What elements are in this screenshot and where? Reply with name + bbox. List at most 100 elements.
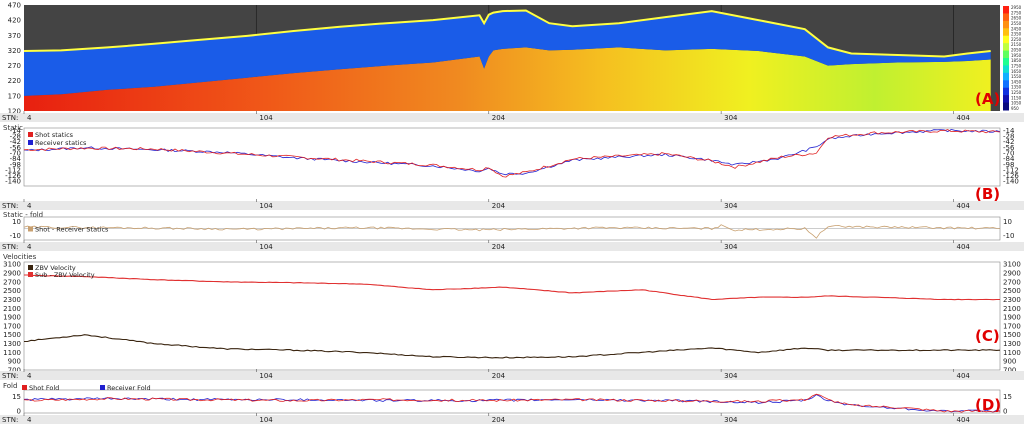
panel-a-stn-tick-4: 404 — [957, 114, 971, 122]
panel-a-colorbar-tick-19: 950 — [1011, 106, 1019, 111]
panel-a-stn-tick-3: 304 — [724, 114, 738, 122]
panel-d-ytick-right-0: 15 — [1003, 393, 1012, 401]
panel-a-stn-tick-1: 104 — [259, 114, 273, 122]
panel-a-ytick-left-2: 370 — [8, 32, 21, 40]
panel-b-legend-shot-label: Shot statics — [35, 131, 74, 139]
panel-fold-static-ytick-left-1: -10 — [10, 232, 21, 240]
panel-b-ytick-right-9: -140 — [1003, 178, 1019, 186]
panel-a-ytick-left-5: 220 — [8, 77, 21, 85]
panel-a-colorbar-cell-12 — [1003, 95, 1009, 104]
panel-c-legend-sub-zbv-label: Sub - ZBV Velocity — [35, 271, 95, 279]
panel-fold-static-ytick-right-1: -10 — [1003, 232, 1014, 240]
panel-b-stn-tick-2: 204 — [492, 202, 506, 210]
panel-fold-static-legend-label: Shot - Receiver Statics — [35, 226, 109, 234]
panel-a-colorbar-cell-9 — [1003, 72, 1009, 81]
panel-d-legend-shot-label: Shot Fold — [29, 384, 59, 392]
panel-a-colorbar-tick-9: 1950 — [1011, 53, 1022, 58]
panel-c-ytick-left-6: 1900 — [3, 314, 21, 322]
panel-c-ytick-left-11: 900 — [8, 358, 21, 366]
panel-a-colorbar-tick-4: 2450 — [1011, 26, 1022, 31]
panel-c-stn-tick-0: 4 — [27, 372, 32, 380]
panel-c-ytick-left-0: 3100 — [3, 261, 21, 269]
panel-fold-static-stn-tick-4: 404 — [957, 243, 971, 251]
seismic-static-chart: 4704203703202702201701202950275026502550… — [0, 0, 1024, 427]
panel-c-ytick-right-7: 1700 — [1003, 322, 1021, 330]
panel-d-stn-tick-0: 4 — [27, 416, 32, 424]
panel-b-legend-receiver-swatch — [28, 140, 33, 145]
panel-b-stn-tick-1: 104 — [259, 202, 273, 210]
panel-c-stn-label: STN: — [2, 372, 18, 380]
panel-d-title: Fold — [3, 382, 17, 390]
panel-fold-static-ytick-right-0: 10 — [1003, 218, 1012, 226]
panel-d-plot-bg — [23, 389, 1001, 414]
panel-a-colorbar-cell-13 — [1003, 102, 1009, 111]
panel-a-ytick-left-0: 470 — [8, 2, 21, 10]
panel-fold-static-stn-tick-0: 4 — [27, 243, 32, 251]
panel-d-stn-tick-1: 104 — [259, 416, 273, 424]
panel-c-ytick-left-8: 1500 — [3, 331, 21, 339]
panel-c-ytick-left-4: 2300 — [3, 296, 21, 304]
panel-c-ytick-left-10: 1100 — [3, 349, 21, 357]
panel-b-legend-receiver-label: Receiver statics — [35, 139, 87, 147]
panel-a-colorbar-tick-15: 1350 — [1011, 85, 1022, 90]
panel-c-ytick-right-9: 1300 — [1003, 340, 1021, 348]
panel-a-ytick-left-1: 420 — [8, 17, 21, 25]
panel-a-colorbar-tick-11: 1750 — [1011, 63, 1022, 68]
panel-a-colorbar-tick-5: 2350 — [1011, 32, 1022, 37]
panel-c-ytick-right-5: 2100 — [1003, 305, 1021, 313]
panel-a-stn-tick-0: 4 — [27, 114, 32, 122]
panel-a-colorbar-tick-13: 1550 — [1011, 74, 1022, 79]
panel-d-legend-shot-swatch — [22, 385, 27, 390]
panel-a-stn-tick-2: 204 — [492, 114, 506, 122]
panel-a-colorbar-tick-1: 2750 — [1011, 10, 1022, 15]
panel-c-stn-bar — [0, 371, 1024, 380]
panel-d-stn-tick-3: 304 — [724, 416, 738, 424]
panel-d-stn-tick-4: 404 — [957, 416, 971, 424]
panel-d-stn-label: STN: — [2, 416, 18, 424]
panel-a-colorbar-cell-1 — [1003, 13, 1009, 22]
panel-a-colorbar-tick-16: 1250 — [1011, 90, 1022, 95]
panel-c-plot-bg — [23, 261, 1001, 371]
panel-a-colorbar-cell-7 — [1003, 58, 1009, 66]
panel-fold-static-ytick-left-0: 10 — [12, 218, 21, 226]
panel-d-tag: (D) — [975, 396, 1001, 414]
panel-d-stn-bar — [0, 415, 1024, 424]
panel-a-colorbar-tick-0: 2950 — [1011, 5, 1022, 10]
panel-b-tag: (B) — [975, 185, 1000, 203]
panel-c-ytick-right-10: 1100 — [1003, 349, 1021, 357]
panel-a-colorbar-tick-7: 2150 — [1011, 42, 1022, 47]
panel-a-colorbar-cell-3 — [1003, 28, 1009, 37]
panel-b-stn-tick-0: 4 — [27, 202, 32, 210]
panel-fold-static: Static - fold10 10-10 -10Shot - Receiver S… — [0, 211, 1024, 251]
panel-d-ytick-left-1: 0 — [17, 408, 21, 416]
panel-c-ytick-right-0: 3100 — [1003, 261, 1021, 269]
panel-a: 4704203703202702201701202950275026502550… — [0, 2, 1024, 122]
panel-c-ytick-left-2: 2700 — [3, 278, 21, 286]
panel-a-colorbar-tick-3: 2550 — [1011, 21, 1022, 26]
panel-c-ytick-right-8: 1500 — [1003, 331, 1021, 339]
panel-c-stn-tick-1: 104 — [259, 372, 273, 380]
panel-a-colorbar-tick-8: 2050 — [1011, 48, 1022, 53]
panel-c-ytick-left-5: 2100 — [3, 305, 21, 313]
panel-fold-static-stn-tick-1: 104 — [259, 243, 273, 251]
panel-a-colorbar-cell-0 — [1003, 6, 1009, 14]
panel-a-ytick-left-3: 320 — [8, 47, 21, 55]
panel-c-legend-sub-zbv-swatch — [28, 272, 33, 277]
panel-d-ytick-left-0: 15 — [12, 393, 21, 401]
panel-a-colorbar-tick-10: 1850 — [1011, 58, 1022, 63]
panel-c-ytick-right-3: 2500 — [1003, 287, 1021, 295]
panel-b-plot-bg — [23, 127, 1001, 187]
panel-c-ytick-left-1: 2900 — [3, 270, 21, 278]
panel-b-stn-tick-3: 304 — [724, 202, 738, 210]
panel-fold-static-stn-label: STN: — [2, 243, 18, 251]
panel-d-legend-receiver-label: Receiver Fold — [107, 384, 151, 392]
panel-d-ytick-right-1: 0 — [1003, 408, 1007, 416]
panel-a-colorbar-cell-4 — [1003, 35, 1009, 44]
panel-c-ytick-right-6: 1900 — [1003, 314, 1021, 322]
panel-a-colorbar-cell-8 — [1003, 65, 1009, 74]
panel-c-stn-tick-3: 304 — [724, 372, 738, 380]
panel-b-ytick-left-9: -140 — [5, 178, 21, 186]
panel-a-colorbar-tick-6: 2250 — [1011, 37, 1022, 42]
panel-c-ytick-right-11: 900 — [1003, 358, 1016, 366]
panel-a-colorbar-cell-5 — [1003, 43, 1009, 52]
